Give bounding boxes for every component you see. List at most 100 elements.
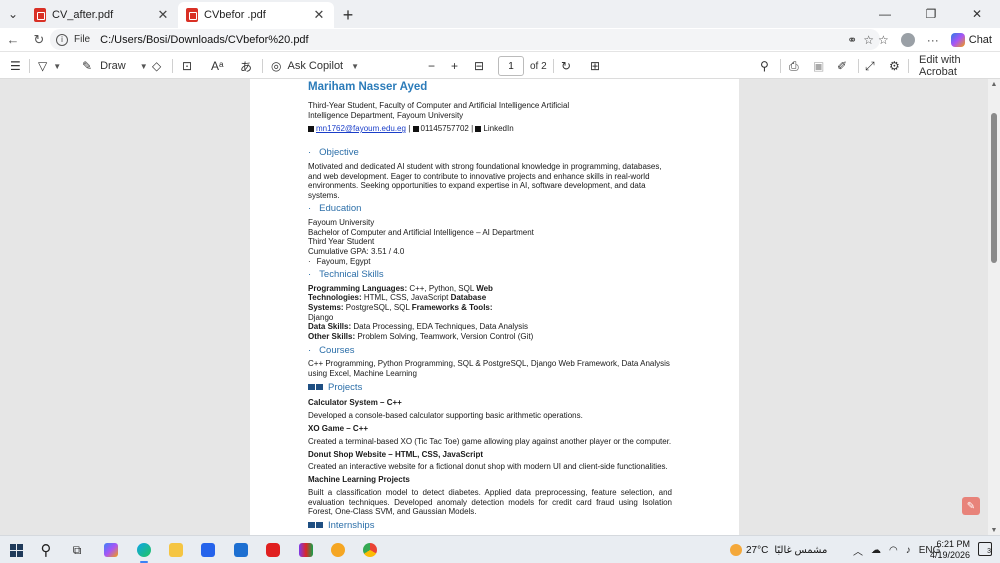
winrar-icon[interactable] [295, 539, 317, 561]
fit-page-icon[interactable]: ⊟ [474, 52, 484, 80]
education-line: Cumulative GPA: 3.51 / 4.0 [308, 247, 405, 256]
project-title: Machine Learning Projects [308, 475, 410, 484]
clock-time: 6:21 PM [936, 539, 970, 549]
skill-label: Data Skills: [308, 322, 352, 331]
tab-cv-after[interactable]: CV_after.pdf ✕ [26, 2, 178, 28]
maximize-icon[interactable]: ❐ [908, 0, 954, 28]
copilot-icon [950, 32, 965, 47]
zoom-in-icon[interactable]: + [451, 52, 458, 80]
read-aloud-icon[interactable]: Aᵃ [211, 52, 223, 80]
show-hidden-icons-chevron-icon[interactable]: ︿ [853, 543, 863, 558]
file-explorer-icon[interactable] [165, 539, 187, 561]
settings-gear-icon[interactable]: ⚙ [889, 52, 900, 80]
info-icon[interactable]: i [56, 33, 68, 46]
sun-cloud-icon [730, 544, 742, 556]
scroll-thumb[interactable] [991, 113, 997, 263]
url-scheme: File [74, 34, 91, 45]
copilot-chat-button[interactable]: Chat [950, 32, 992, 47]
heading-text: Internships [328, 520, 375, 531]
skill-value: PostgreSQL, SQL [343, 303, 412, 312]
microsoft-store-icon[interactable] [197, 539, 219, 561]
task-view-icon[interactable]: ⧉ [66, 539, 88, 561]
weather-widget[interactable]: 27°C مشمس غالبًا [730, 536, 827, 563]
scroll-up-arrow-icon[interactable]: ▲ [988, 79, 1000, 89]
zoom-icon[interactable]: ⚭ [847, 33, 857, 47]
linkedin-text: LinkedIn [483, 124, 514, 133]
bullet-square-icon [475, 126, 482, 132]
notifications-icon[interactable]: 3 [978, 542, 992, 556]
projects-heading: Projects [308, 382, 362, 393]
minimize-icon[interactable]: — [862, 0, 908, 28]
cv-name: Mariham Nasser Ayed [308, 81, 428, 93]
page-number-input[interactable]: 1 [498, 56, 524, 76]
chrome-icon[interactable] [359, 539, 381, 561]
eraser-icon[interactable]: ◇ [152, 52, 161, 80]
weather-temp: 27°C [746, 544, 769, 556]
new-tab-button[interactable]: + [334, 2, 362, 28]
start-windows-icon[interactable] [5, 539, 27, 561]
tab-close-icon[interactable]: ✕ [312, 7, 326, 23]
edge-browser-icon[interactable] [133, 539, 155, 563]
favorites-icon[interactable]: ☆ [878, 33, 889, 47]
email-link[interactable]: mn1762@fayoum.edu.eg [316, 124, 406, 133]
skill-label: Frameworks & Tools: [411, 303, 493, 312]
skill-label: Programming Languages: [308, 284, 408, 293]
fullscreen-icon[interactable]: ⤢ [865, 52, 875, 80]
highlighter-icon: ▽ [38, 59, 48, 73]
url-text[interactable]: C:/Users/Bosi/Downloads/CVbefor%20.pdf [100, 34, 308, 46]
save-icon[interactable]: ▣ [813, 52, 824, 80]
search-icon[interactable]: ⚲ [35, 539, 57, 561]
contents-list-icon[interactable]: ☰ [10, 52, 21, 80]
translate-icon[interactable]: あ [240, 52, 252, 80]
page-view-icon[interactable]: ⊞ [590, 52, 600, 80]
wifi-icon[interactable]: ◠ [889, 545, 898, 556]
skills-heading: · Technical Skills [308, 269, 384, 280]
cloud-icon[interactable]: ☁ [871, 545, 881, 556]
objective-heading: · Objective [308, 147, 359, 158]
highlight-button[interactable]: ▽ ▼ [38, 52, 61, 80]
print-icon[interactable]: ⎙ [789, 52, 799, 80]
courses-text: C++ Programming, Python Programming, SQL… [308, 359, 670, 378]
profile-avatar[interactable] [900, 32, 915, 47]
skill-label: Systems: [308, 303, 344, 312]
search-icon[interactable]: ⚲ [760, 52, 769, 80]
clock[interactable]: 6:21 PM 4/19/2026 [930, 539, 970, 561]
save-as-icon[interactable]: ✐ [837, 52, 847, 80]
favorite-star-icon[interactable]: ☆ [863, 33, 874, 47]
education-location: · Fayoum, Egypt [308, 257, 371, 266]
heading-squares-icon [308, 520, 324, 531]
chrome-canary-icon[interactable] [327, 539, 349, 561]
rotate-icon[interactable]: ↻ [561, 52, 571, 80]
acrobat-icon[interactable]: ✎ [962, 497, 980, 515]
scroll-down-arrow-icon[interactable]: ▼ [988, 525, 1000, 535]
clock-date: 4/19/2026 [929, 550, 970, 560]
draw-button[interactable]: ✎ Draw ▼ [82, 52, 148, 80]
pdf-viewer[interactable]: Mariham Nasser Ayed Third-Year Student, … [0, 79, 988, 535]
pdf-file-icon [34, 8, 46, 22]
ask-copilot-button[interactable]: ◎ Ask Copilot ▼ [271, 52, 359, 80]
tab-actions-chevron-icon[interactable]: ⌄ [0, 0, 26, 28]
bullet-square-icon [412, 126, 419, 132]
vertical-scrollbar[interactable]: ▲ ▼ [988, 79, 1000, 535]
project-desc: Created a terminal-based XO (Tic Tac Toe… [308, 437, 672, 446]
page-total: of 2 [530, 60, 547, 72]
tab-close-icon[interactable]: ✕ [156, 7, 170, 23]
speaker-icon[interactable]: ♪ [906, 545, 911, 556]
back-arrow-icon[interactable]: ← [0, 28, 26, 51]
address-input[interactable]: i File C:/Users/Bosi/Downloads/CVbefor%2… [50, 29, 880, 50]
location-text: Fayoum, Egypt [316, 257, 371, 266]
outlook-icon[interactable] [230, 539, 252, 561]
tab-cv-befor[interactable]: CVbefor .pdf ✕ [178, 2, 334, 28]
zoom-out-icon[interactable]: − [428, 52, 435, 80]
more-menu-icon[interactable]: ··· [927, 33, 939, 47]
text-box-icon[interactable]: ⊡ [182, 52, 192, 80]
weather-desc: مشمس غالبًا [774, 544, 828, 556]
refresh-icon[interactable]: ↻ [26, 28, 52, 51]
skill-value: Data Processing, EDA Techniques, Data An… [351, 322, 528, 331]
copilot-app-icon[interactable] [100, 539, 122, 561]
youtube-icon[interactable] [262, 539, 284, 561]
close-window-icon[interactable]: ✕ [954, 0, 1000, 28]
chat-label: Chat [968, 33, 992, 46]
education-line: Bachelor of Computer and Artificial Inte… [308, 228, 534, 237]
edit-with-acrobat-button[interactable]: Edit with Acrobat [919, 52, 1000, 80]
